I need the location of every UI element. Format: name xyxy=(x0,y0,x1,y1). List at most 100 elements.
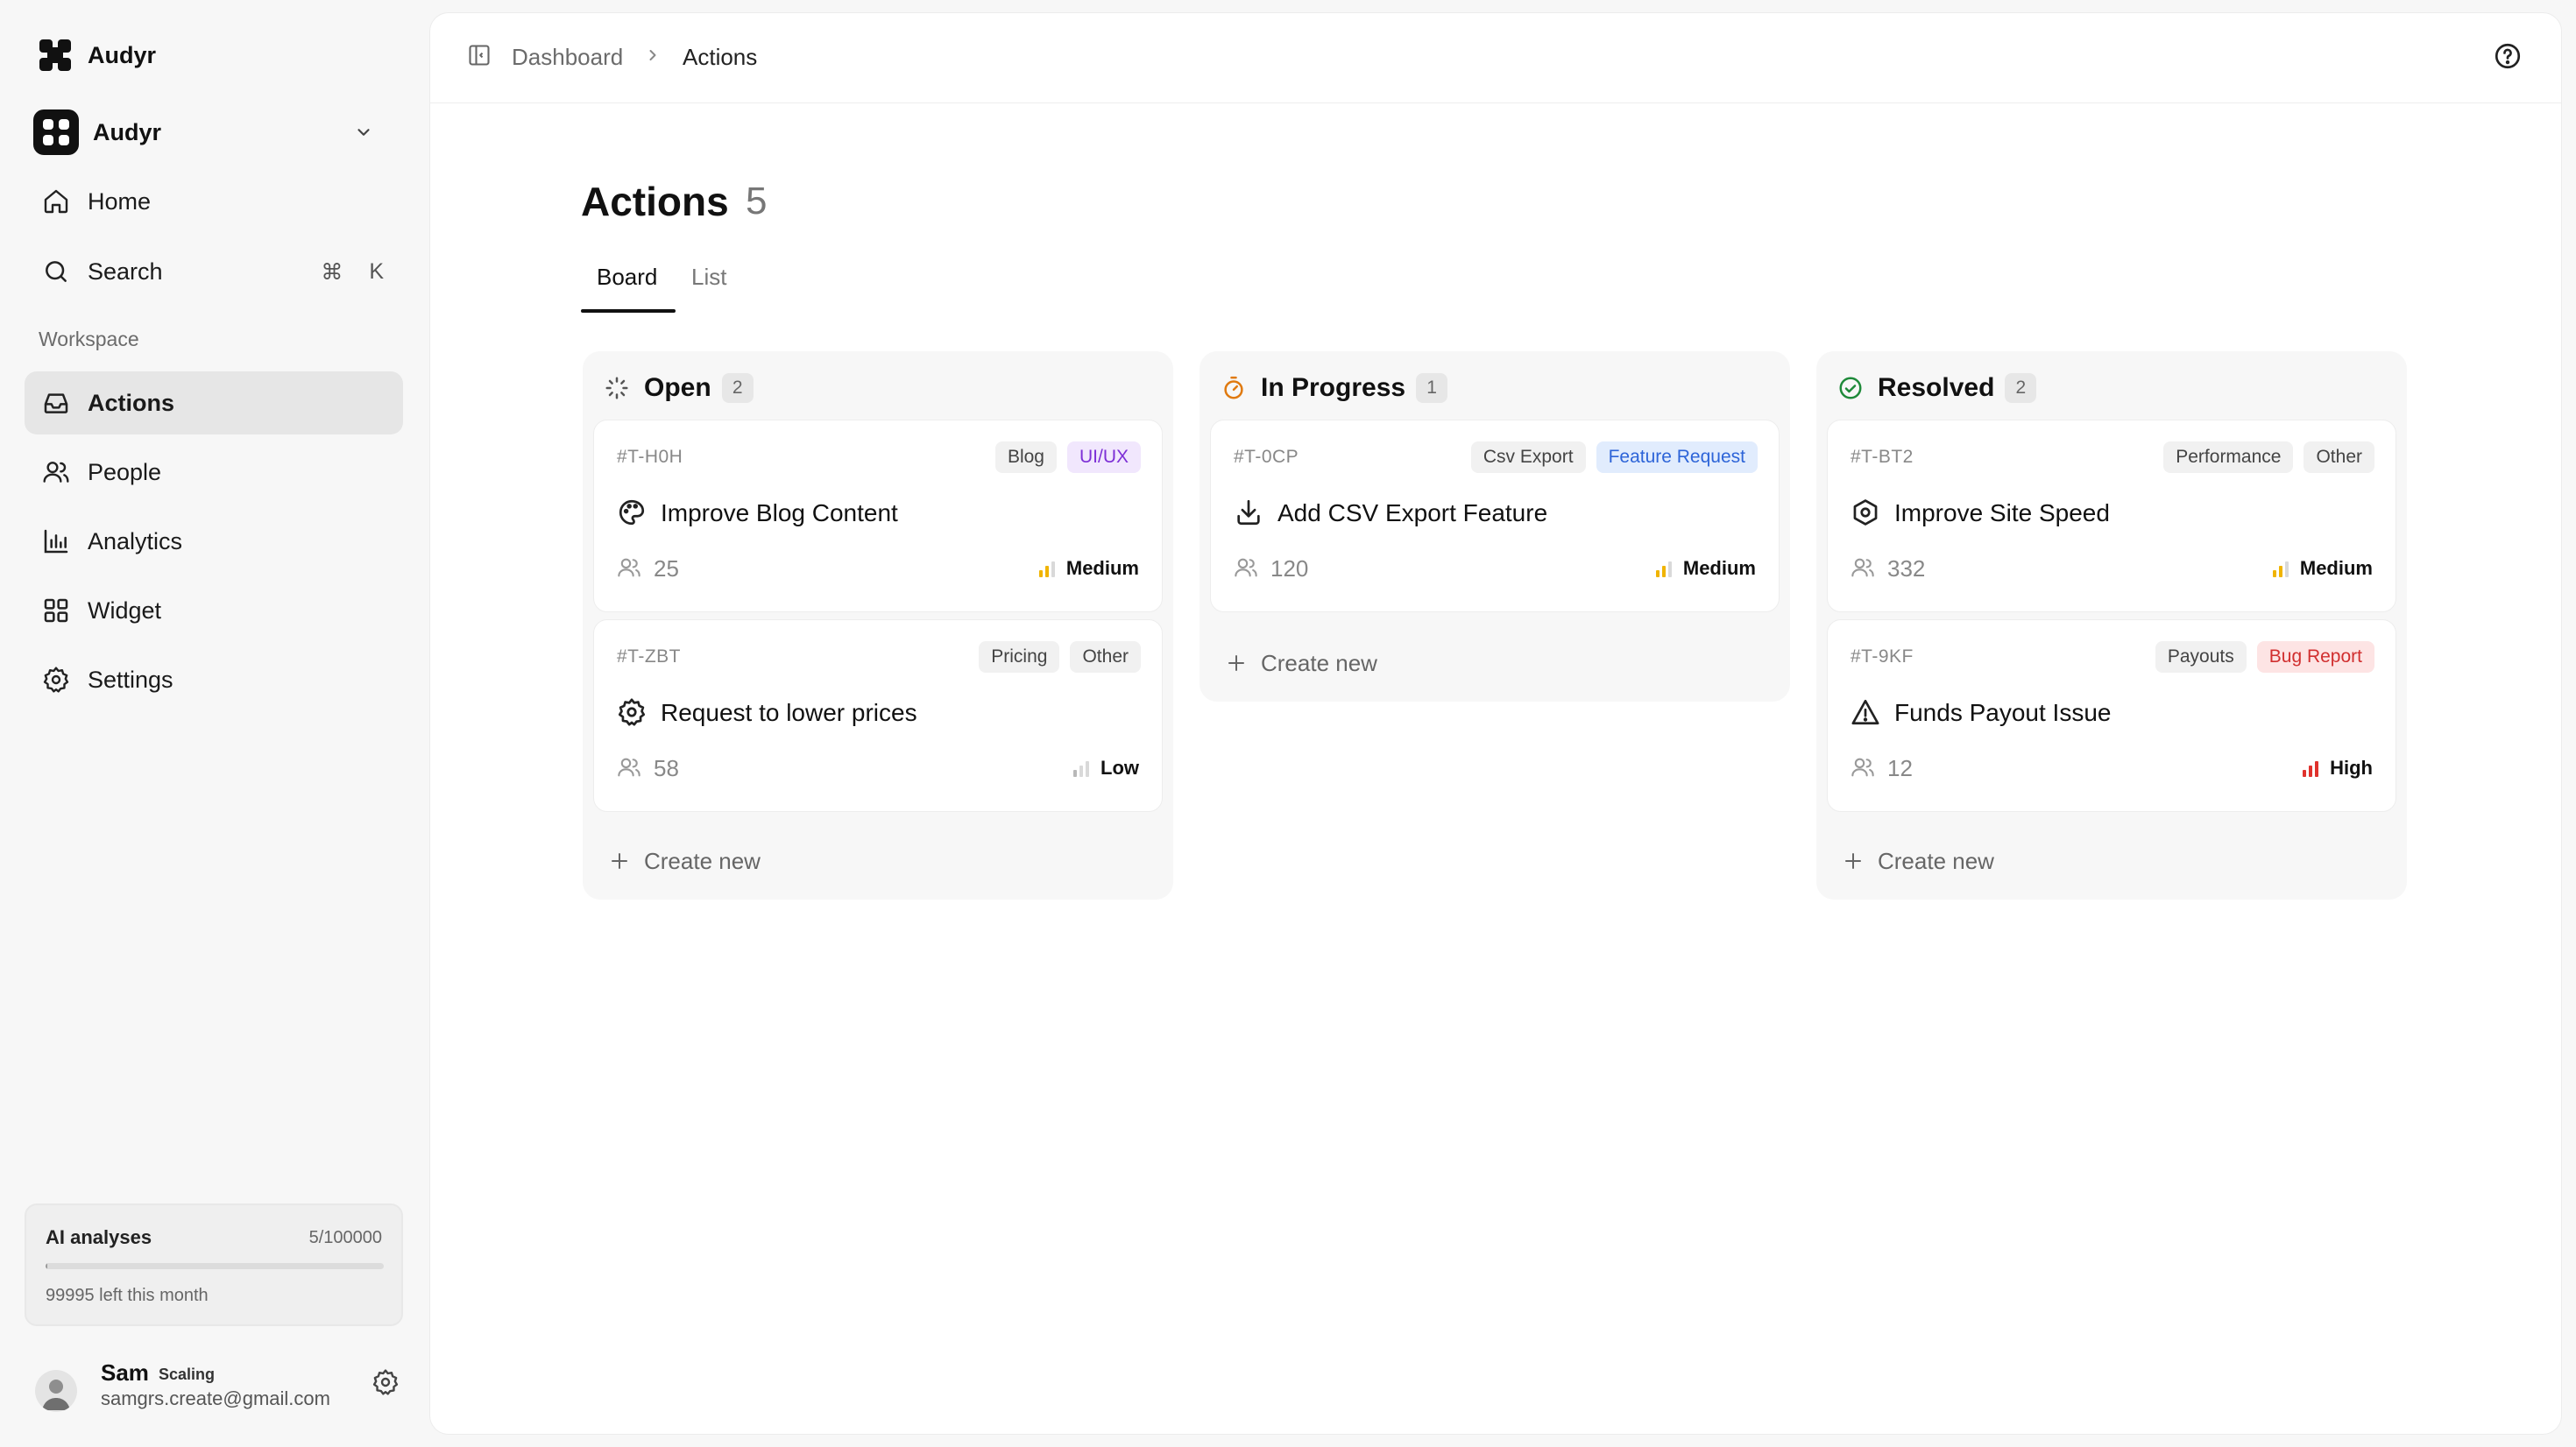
column-count: 2 xyxy=(721,373,754,403)
priority-indicator: Low xyxy=(1071,757,1139,780)
users-icon xyxy=(617,555,643,582)
gear-icon xyxy=(617,697,648,729)
shortcut-key: K xyxy=(369,259,384,284)
column-header: Open 2 xyxy=(604,369,754,407)
action-card[interactable]: #T-9KF Payouts Bug Report Funds Payout I… xyxy=(1827,619,2396,812)
brand-logo-icon xyxy=(39,39,72,72)
tag: Feature Request xyxy=(1596,441,1758,473)
nav-actions[interactable]: Actions xyxy=(25,371,403,434)
users-icon xyxy=(1234,555,1260,582)
card-user-count: 58 xyxy=(654,755,679,781)
workspace-switcher[interactable]: Audyr xyxy=(33,109,400,156)
alert-triangle-icon xyxy=(1851,697,1882,729)
plus-icon xyxy=(609,851,630,872)
nav-settings-label: Settings xyxy=(88,666,173,693)
card-id: #T-BT2 xyxy=(1851,447,1914,467)
card-id: #T-0CP xyxy=(1234,447,1299,467)
card-title: Request to lower prices xyxy=(661,699,917,726)
card-user-count: 332 xyxy=(1887,555,1926,582)
priority-indicator: Medium xyxy=(2270,557,2373,580)
users-icon xyxy=(40,456,72,488)
workspace-name: Audyr xyxy=(93,118,162,145)
search-shortcut: ⌘ K xyxy=(321,259,384,286)
card-user-count: 120 xyxy=(1270,555,1309,582)
nav-search-label: Search xyxy=(88,258,163,285)
ai-usage-card: AI analyses 5/100000 99995 left this mon… xyxy=(25,1203,403,1326)
tag: Payouts xyxy=(2155,641,2247,673)
priority-indicator: Medium xyxy=(1037,557,1139,580)
user-profile[interactable]: Sam Scaling samgrs.create@gmail.com xyxy=(35,1352,403,1414)
tag: UI/UX xyxy=(1066,441,1141,473)
priority-indicator: High xyxy=(2300,757,2373,780)
column-open: Open 2 #T-H0H Blog UI/UX Improve Blog Co… xyxy=(583,351,1173,900)
top-bar: Dashboard Actions xyxy=(430,13,2561,103)
tag: Csv Export xyxy=(1470,441,1586,473)
nav-widget[interactable]: Widget xyxy=(25,579,403,642)
card-title: Improve Blog Content xyxy=(661,499,898,526)
nav-settings[interactable]: Settings xyxy=(25,648,403,711)
card-tags: Blog UI/UX xyxy=(994,441,1141,473)
priority-label: High xyxy=(2330,757,2373,779)
sidebar-toggle-icon[interactable] xyxy=(467,43,495,71)
card-id: #T-H0H xyxy=(617,447,683,467)
priority-label: Medium xyxy=(1065,557,1139,579)
nav-people[interactable]: People xyxy=(25,441,403,504)
action-card[interactable]: #T-BT2 Performance Other Improve Site Sp… xyxy=(1827,420,2396,612)
active-tab-indicator xyxy=(581,309,676,313)
action-card[interactable]: #T-0CP Csv Export Feature Request Add CS… xyxy=(1210,420,1780,612)
users-icon xyxy=(617,755,643,781)
create-new-label: Create new xyxy=(644,847,761,874)
workspace-section-label: Workspace xyxy=(39,328,139,350)
tab-list[interactable]: List xyxy=(691,264,726,291)
nav-widget-label: Widget xyxy=(88,596,162,624)
user-email: samgrs.create@gmail.com xyxy=(101,1387,330,1409)
create-new-button[interactable]: Create new xyxy=(1226,646,1377,681)
card-tags: Pricing Other xyxy=(979,641,1141,673)
column-title: Resolved xyxy=(1878,373,1995,402)
column-count: 1 xyxy=(1416,373,1448,403)
signal-bars-icon xyxy=(1071,758,1092,779)
breadcrumb-dashboard[interactable]: Dashboard xyxy=(512,44,623,71)
nav-home[interactable]: Home xyxy=(25,170,403,233)
action-card[interactable]: #T-ZBT Pricing Other Request to lower pr… xyxy=(593,619,1163,812)
nav-home-label: Home xyxy=(88,187,152,215)
card-tags: Performance Other xyxy=(2163,441,2374,473)
nav-analytics[interactable]: Analytics xyxy=(25,510,403,573)
help-icon[interactable] xyxy=(2493,41,2524,73)
shortcut-mod: ⌘ xyxy=(321,260,343,285)
tag: Performance xyxy=(2163,441,2294,473)
workspace-logo-icon xyxy=(33,109,79,155)
breadcrumb-current: Actions xyxy=(683,44,758,70)
usage-count: 5/100000 xyxy=(308,1228,382,1247)
create-new-button[interactable]: Create new xyxy=(609,843,761,879)
card-tags: Csv Export Feature Request xyxy=(1470,441,1758,473)
signal-bars-icon xyxy=(2270,558,2291,579)
page-count: 5 xyxy=(746,180,768,222)
loader-icon xyxy=(604,375,630,401)
tag: Bug Report xyxy=(2256,641,2374,673)
column-count: 2 xyxy=(2005,373,2037,403)
brand[interactable]: Audyr xyxy=(39,39,156,72)
nav-search[interactable]: Search ⌘ K xyxy=(25,240,403,303)
avatar xyxy=(35,1370,77,1412)
tab-board[interactable]: Board xyxy=(597,264,657,291)
action-card[interactable]: #T-H0H Blog UI/UX Improve Blog Content 2… xyxy=(593,420,1163,612)
user-settings-icon[interactable] xyxy=(368,1365,403,1400)
create-new-button[interactable]: Create new xyxy=(1843,843,1994,879)
card-title: Add CSV Export Feature xyxy=(1277,499,1548,526)
gear-icon xyxy=(40,664,72,695)
nav-people-label: People xyxy=(88,458,162,485)
card-user-count: 25 xyxy=(654,555,679,582)
inbox-icon xyxy=(40,387,72,419)
column-header: In Progress 1 xyxy=(1221,369,1448,407)
priority-label: Medium xyxy=(2299,557,2373,579)
check-circle-icon xyxy=(1837,375,1864,401)
card-tags: Payouts Bug Report xyxy=(2155,641,2374,673)
grid-icon xyxy=(40,595,72,626)
column-title: Open xyxy=(644,373,711,402)
card-title: Improve Site Speed xyxy=(1894,499,2110,526)
users-icon xyxy=(1851,555,1877,582)
palette-icon xyxy=(617,498,648,529)
nav-analytics-label: Analytics xyxy=(88,527,183,554)
hexagon-icon xyxy=(1851,498,1882,529)
